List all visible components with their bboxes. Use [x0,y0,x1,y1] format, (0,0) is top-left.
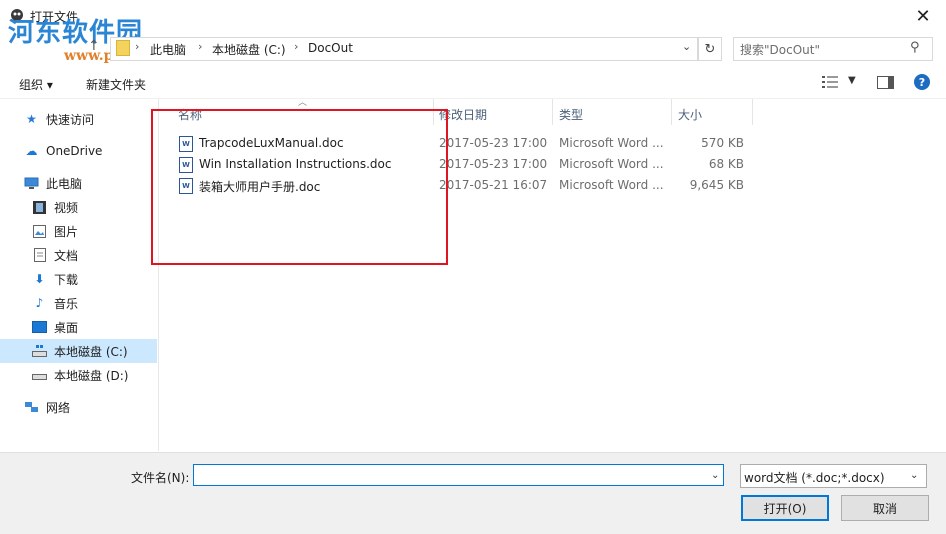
close-button[interactable]: ✕ [900,0,946,32]
picture-icon [32,224,47,238]
nav-item-videos[interactable]: 视频 [32,196,78,218]
breadcrumb-drive-c[interactable]: 本地磁盘 (C:) [212,41,286,58]
sort-ascending-icon: ︿ [298,98,308,108]
highlight-annotation-box [151,109,448,265]
nav-item-label: 视频 [54,200,79,215]
file-date: 2017-05-23 17:00 [439,136,548,150]
chevron-down-icon[interactable]: ⌄ [910,470,918,481]
column-header-size[interactable]: 大小 [678,106,702,123]
refresh-icon[interactable]: ↻ [698,37,722,61]
nav-item-quick-access[interactable]: ★ 快速访问 [24,108,94,130]
breadcrumb-separator: › [135,40,140,53]
nav-item-label: 图片 [54,224,79,239]
drive-d-icon [32,368,47,382]
nav-item-label: 桌面 [54,320,79,335]
document-icon [32,248,47,262]
file-type: Microsoft Word ... [559,136,664,150]
new-folder-button[interactable]: 新建文件夹 [86,76,146,93]
music-icon: ♪ [35,296,44,310]
download-icon: ⬇ [34,272,45,286]
nav-item-documents[interactable]: 文档 [32,244,78,266]
file-type: Microsoft Word ... [559,157,664,171]
file-date: 2017-05-21 16:07 [439,178,548,192]
organize-button[interactable]: 组织 ▾ [19,76,53,93]
breadcrumb-this-pc[interactable]: 此电脑 [150,41,186,58]
up-arrow-icon[interactable]: ↑ [88,38,104,58]
desktop-icon [32,320,47,334]
search-placeholder: 搜索"DocOut" [740,43,820,57]
file-size: 68 KB [708,157,744,171]
column-header-type[interactable]: 类型 [559,106,583,123]
nav-item-downloads[interactable]: ⬇ 下载 [32,268,78,290]
nav-item-label: 本地磁盘 (D:) [54,368,129,383]
filename-label: 文件名(N): [131,471,190,485]
nav-item-this-pc[interactable]: 此电脑 [24,172,82,194]
nav-item-pictures[interactable]: 图片 [32,220,78,242]
file-size: 9,645 KB [689,178,744,192]
column-divider[interactable] [752,99,753,125]
nav-item-network[interactable]: 网络 [24,396,70,418]
open-button[interactable]: 打开(O) [741,495,829,521]
breadcrumb-separator: › [198,40,203,53]
nav-item-onedrive[interactable]: ☁ OneDrive [24,140,103,162]
video-icon [32,200,47,214]
drive-c-icon [32,344,47,358]
computer-icon [24,176,39,190]
help-icon[interactable]: ? [914,74,930,90]
nav-item-label: 本地磁盘 (C:) [54,344,128,359]
view-options-icon[interactable] [822,76,838,88]
breadcrumb-separator: › [294,40,299,53]
nav-item-label: 网络 [46,400,71,415]
nav-item-label: 文档 [54,248,79,263]
nav-item-drive-d[interactable]: 本地磁盘 (D:) [32,364,128,386]
file-type: Microsoft Word ... [559,178,664,192]
search-icon[interactable]: ⚲ [910,40,920,55]
star-icon: ★ [26,112,37,126]
filename-input[interactable] [193,464,724,486]
file-size: 570 KB [701,136,744,150]
nav-item-desktop[interactable]: 桌面 [32,316,78,338]
nav-item-label: 下载 [54,272,79,287]
nav-item-label: 音乐 [54,296,79,311]
column-divider[interactable] [552,99,553,125]
nav-item-label: 快速访问 [46,112,95,127]
cloud-icon: ☁ [25,144,38,158]
nav-item-music[interactable]: ♪ 音乐 [32,292,78,314]
nav-item-drive-c[interactable]: 本地磁盘 (C:) [32,340,128,362]
chevron-down-icon[interactable]: ⌄ [682,40,691,53]
nav-item-label: 此电脑 [46,176,83,191]
preview-pane-icon[interactable] [877,76,894,89]
breadcrumb-docout[interactable]: DocOut [308,41,353,55]
column-divider[interactable] [671,99,672,125]
filetype-value: word文档 (*.doc;*.docx) [744,471,885,485]
cancel-button[interactable]: 取消 [841,495,929,521]
chevron-down-icon[interactable]: ▼ [848,75,856,86]
folder-icon [116,40,130,56]
file-date: 2017-05-23 17:00 [439,157,548,171]
network-icon [24,400,39,414]
chevron-down-icon[interactable]: ⌄ [711,470,719,481]
nav-item-label: OneDrive [46,144,103,158]
